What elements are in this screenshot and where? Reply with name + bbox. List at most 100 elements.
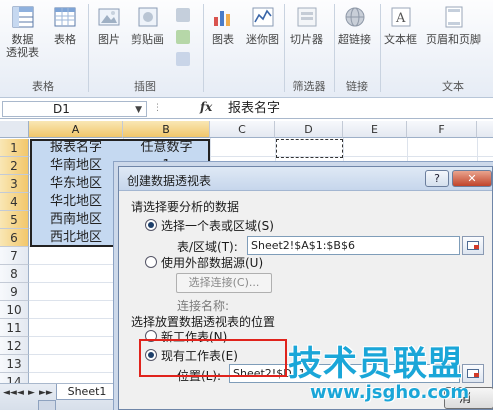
- row-header[interactable]: 13: [0, 355, 29, 373]
- next-sheet-icon[interactable]: ►: [28, 388, 35, 398]
- screenshot-icon[interactable]: [176, 52, 190, 66]
- formula-bar: D1 ▼ ⋮ fx 报表名字: [0, 99, 493, 119]
- sparkline-button[interactable]: 迷你图: [246, 4, 279, 46]
- hyperlink-button[interactable]: 超链接: [338, 4, 371, 46]
- collapse-dialog-icon: [467, 241, 479, 250]
- cell-a1[interactable]: 报表名字: [30, 139, 122, 157]
- row-header[interactable]: 11: [0, 319, 29, 337]
- cell-a4[interactable]: 华北地区: [30, 193, 122, 211]
- formula-input[interactable]: 报表名字: [228, 101, 280, 116]
- row-header[interactable]: 1: [0, 139, 29, 157]
- slicer-button[interactable]: 切片器: [290, 4, 323, 46]
- name-box[interactable]: D1 ▼: [2, 101, 147, 117]
- help-button[interactable]: ?: [425, 170, 449, 187]
- range-collapse-button[interactable]: [462, 236, 484, 255]
- radio-external-source[interactable]: [145, 256, 157, 268]
- prev-sheet-icon[interactable]: ◄: [17, 388, 24, 398]
- group-label-links: 链接: [346, 80, 368, 93]
- header-footer-button[interactable]: 页眉和页脚: [426, 4, 481, 46]
- row-header[interactable]: 9: [0, 283, 29, 301]
- close-button[interactable]: ✕: [452, 170, 492, 187]
- select-all-corner[interactable]: [0, 121, 29, 138]
- picture-icon: [96, 4, 122, 30]
- column-header-a[interactable]: A: [29, 121, 123, 138]
- sheet-tab-sheet1[interactable]: Sheet1: [56, 384, 118, 400]
- dialog-title: 创建数据透视表: [127, 174, 212, 188]
- table-label: 表格: [54, 33, 76, 46]
- cell-a6[interactable]: 西北地区: [30, 229, 122, 247]
- pivot-table-label-1: 数据: [11, 33, 34, 46]
- picture-button[interactable]: 图片: [96, 4, 122, 46]
- dialog-title-bar[interactable]: 创建数据透视表 ? ✕: [119, 167, 492, 191]
- sparkline-label: 迷你图: [246, 33, 279, 46]
- cell-b1[interactable]: 任意数字: [124, 139, 209, 157]
- row-header[interactable]: 6: [0, 229, 29, 247]
- pivot-table-button[interactable]: 数据 透视表: [6, 4, 39, 59]
- cell-a5[interactable]: 西南地区: [30, 211, 122, 229]
- range-label: 表/区域(T):: [177, 240, 238, 254]
- chart-button[interactable]: 图表: [210, 4, 236, 46]
- slicer-icon: [294, 4, 320, 30]
- section-choose-data: 请选择要分析的数据: [131, 200, 240, 214]
- group-label-filter: 筛选器: [292, 80, 326, 93]
- textbox-button[interactable]: A 文本框: [384, 4, 417, 46]
- svg-text:A: A: [395, 11, 406, 26]
- header-footer-label: 页眉和页脚: [426, 33, 481, 46]
- textbox-label: 文本框: [384, 33, 417, 46]
- choose-connection-button[interactable]: 选择连接(C)...: [176, 273, 272, 293]
- row-header[interactable]: 2: [0, 157, 29, 175]
- row-header[interactable]: 5: [0, 211, 29, 229]
- row-header[interactable]: 3: [0, 175, 29, 193]
- formula-bar-grip-icon[interactable]: ⋮: [153, 103, 163, 113]
- smartart-icon[interactable]: [176, 30, 190, 44]
- chevron-down-icon[interactable]: ▼: [135, 103, 142, 117]
- pivot-table-icon: [10, 4, 36, 30]
- name-box-value: D1: [53, 102, 70, 116]
- cell-a2[interactable]: 华南地区: [30, 157, 122, 175]
- watermark: 技术员联盟 www.jsgho.com: [288, 336, 493, 408]
- textbox-icon: A: [388, 4, 414, 30]
- row-header[interactable]: 4: [0, 193, 29, 211]
- watermark-url: www.jsgho.com: [310, 382, 470, 403]
- first-sheet-icon[interactable]: ◄◄: [3, 388, 17, 398]
- column-header-g[interactable]: [477, 121, 493, 138]
- table-button[interactable]: 表格: [52, 4, 78, 46]
- shapes-icon[interactable]: [176, 8, 190, 22]
- group-separator: [380, 4, 381, 92]
- column-header-b[interactable]: B: [123, 121, 210, 138]
- sparkline-icon: [250, 4, 276, 30]
- row-header[interactable]: 8: [0, 265, 29, 283]
- option-select-range-label[interactable]: 选择一个表或区域(S): [161, 217, 274, 234]
- range-input[interactable]: Sheet2!$A$1:$B$6: [247, 236, 460, 255]
- cell-a3[interactable]: 华东地区: [30, 175, 122, 193]
- group-label-tables: 表格: [32, 80, 54, 93]
- picture-label: 图片: [98, 33, 120, 46]
- column-header-c[interactable]: C: [210, 121, 275, 138]
- insert-function-icon[interactable]: fx: [200, 100, 212, 114]
- watermark-text: 技术员联盟: [288, 344, 463, 384]
- pivot-table-label-2: 透视表: [6, 46, 39, 59]
- active-cell-marquee: [276, 139, 343, 158]
- chart-icon: [210, 4, 236, 30]
- option-external-source-label[interactable]: 使用外部数据源(U): [161, 254, 263, 271]
- connection-name-label: 连接名称:: [177, 299, 230, 313]
- clipart-button[interactable]: 剪贴画: [131, 4, 164, 46]
- macro-record-icon[interactable]: [38, 400, 56, 410]
- column-header-d[interactable]: D: [275, 121, 343, 138]
- row-header[interactable]: 12: [0, 337, 29, 355]
- radio-select-range[interactable]: [145, 219, 157, 231]
- group-label-text: 文本: [442, 80, 464, 93]
- row-header[interactable]: 10: [0, 301, 29, 319]
- column-header-e[interactable]: E: [343, 121, 407, 138]
- clipart-icon: [135, 4, 161, 30]
- column-header-f[interactable]: F: [407, 121, 477, 138]
- row-header[interactable]: 7: [0, 247, 29, 265]
- hyperlink-label: 超链接: [338, 33, 371, 46]
- header-footer-icon: [441, 4, 467, 30]
- chart-label: 图表: [212, 33, 234, 46]
- last-sheet-icon[interactable]: ►►: [39, 388, 53, 398]
- group-separator: [203, 4, 204, 92]
- hyperlink-icon: [342, 4, 368, 30]
- clipart-label: 剪贴画: [131, 33, 164, 46]
- group-separator: [88, 4, 89, 92]
